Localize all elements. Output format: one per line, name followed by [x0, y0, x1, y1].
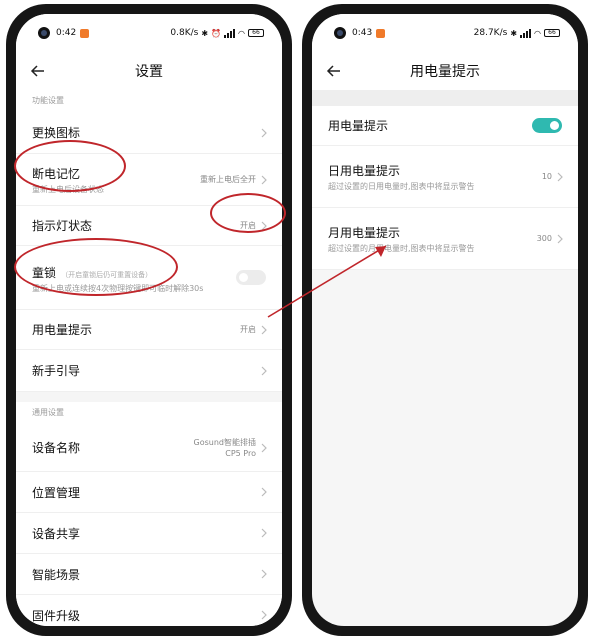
left-phone: 0:42 0.8K/s ✱ ⏰ ◠ 66 设置 功能设置 更换图标 断电记忆 重…: [6, 4, 292, 636]
page-title: 用电量提示: [410, 64, 480, 80]
row-title: 指示灯状态: [32, 219, 93, 233]
status-bar: 0:42 0.8K/s ✱ ⏰ ◠ 66: [16, 14, 282, 52]
top-nav: 设置: [16, 52, 282, 90]
section-label-general: 通用设置: [32, 408, 64, 417]
row-desc: 超过设置的日用电量时,图表中将显示警告: [328, 181, 475, 191]
annotation-circle-power-memory: [14, 140, 126, 192]
row-title: 日用电量提示: [328, 163, 401, 178]
row-title: 用电量提示: [328, 119, 389, 133]
alert-settings-list: 用电量提示 日用电量提示 超过设置的日用电量时,图表中将显示警告 10 月用电量…: [312, 90, 578, 626]
bluetooth-icon: ✱: [510, 28, 518, 38]
status-indicators: 28.7K/s ✱ ◠ 66: [474, 28, 560, 38]
toggle-knob: [239, 273, 248, 282]
row-desc: 超过设置的月用电量时,图表中将显示警告: [328, 243, 475, 253]
row-location[interactable]: 位置管理: [16, 472, 282, 513]
battery-icon: 66: [248, 29, 264, 37]
row-firmware-upgrade[interactable]: 固件升级: [16, 595, 282, 626]
alarm-icon: ⏰: [211, 28, 222, 38]
settings-screen: 0:42 0.8K/s ✱ ⏰ ◠ 66 设置 功能设置 更换图标 断电记忆 重…: [16, 14, 282, 626]
row-power-alert-switch: 用电量提示: [312, 106, 578, 146]
camera-cutout-icon: [334, 27, 346, 39]
row-title: 月用电量提示: [328, 225, 401, 240]
top-spacer: [312, 90, 578, 106]
row-value: 10: [541, 172, 552, 181]
page-title: 设置: [135, 64, 163, 80]
chevron-right-icon: [557, 234, 563, 243]
row-title: 固件升级: [32, 608, 81, 623]
row-value: 开启: [240, 325, 256, 334]
network-speed: 28.7K/s: [473, 28, 508, 38]
row-monthly-alert[interactable]: 月用电量提示 超过设置的月用电量时,图表中将显示警告 300: [312, 208, 578, 270]
chevron-right-icon: [261, 528, 267, 538]
child-lock-toggle[interactable]: [236, 270, 266, 285]
back-arrow-icon[interactable]: [326, 63, 342, 79]
toggle-knob: [550, 121, 559, 130]
row-device-share[interactable]: 设备共享: [16, 513, 282, 554]
chevron-right-icon: [261, 610, 267, 620]
row-title: 智能场景: [32, 567, 81, 582]
chevron-right-icon: [261, 325, 267, 334]
chevron-right-icon: [557, 172, 563, 181]
power-alert-toggle[interactable]: [532, 118, 562, 133]
status-bar: 0:43 28.7K/s ✱ ◠ 66: [312, 14, 578, 52]
app-notification-icon: [80, 28, 90, 38]
top-nav: 用电量提示: [312, 52, 578, 90]
signal-icon: [224, 28, 236, 38]
wifi-icon: ◠: [534, 28, 541, 38]
battery-icon: 66: [544, 29, 560, 37]
row-beginner-guide[interactable]: 新手引导: [16, 350, 282, 392]
row-value: 重新上电后全开: [200, 175, 256, 184]
app-notification-icon: [376, 28, 386, 38]
row-daily-alert[interactable]: 日用电量提示 超过设置的日用电量时,图表中将显示警告 10: [312, 146, 578, 208]
chevron-right-icon: [261, 569, 267, 579]
row-value: Gosund智能排插CP5 Pro: [193, 437, 256, 458]
power-alert-screen: 0:43 28.7K/s ✱ ◠ 66 用电量提示 用电量提示 日用电量提示 超…: [312, 14, 578, 626]
right-phone: 0:43 28.7K/s ✱ ◠ 66 用电量提示 用电量提示 日用电量提示 超…: [302, 4, 588, 636]
chevron-right-icon: [261, 175, 267, 184]
status-time: 0:42: [56, 28, 77, 38]
wifi-icon: ◠: [238, 28, 245, 38]
row-title: 设备共享: [32, 526, 81, 541]
chevron-right-icon: [261, 366, 267, 375]
row-power-usage-alert[interactable]: 用电量提示 开启: [16, 310, 282, 350]
annotation-circle-indicator: [210, 193, 286, 233]
annotation-circle-child-lock: [14, 238, 178, 296]
chevron-right-icon: [261, 443, 267, 452]
row-device-name[interactable]: 设备名称 Gosund智能排插CP5 Pro: [16, 424, 282, 472]
chevron-right-icon: [261, 487, 267, 497]
status-time: 0:43: [352, 28, 373, 38]
row-title: 设备名称: [32, 441, 81, 455]
chevron-right-icon: [261, 128, 267, 137]
row-title: 用电量提示: [32, 323, 93, 337]
row-title: 新手引导: [32, 364, 81, 378]
row-smart-scene[interactable]: 智能场景: [16, 554, 282, 595]
signal-icon: [520, 28, 532, 38]
section-label-function: 功能设置: [32, 96, 64, 105]
back-arrow-icon[interactable]: [30, 63, 46, 79]
camera-cutout-icon: [38, 27, 50, 39]
row-title: 位置管理: [32, 485, 81, 500]
row-title: 更换图标: [32, 126, 81, 140]
bluetooth-icon: ✱: [201, 28, 209, 38]
network-speed: 0.8K/s: [170, 28, 199, 38]
status-indicators: 0.8K/s ✱ ⏰ ◠ 66: [170, 28, 264, 38]
row-value: 300: [536, 234, 552, 243]
section-divider: [16, 392, 282, 402]
